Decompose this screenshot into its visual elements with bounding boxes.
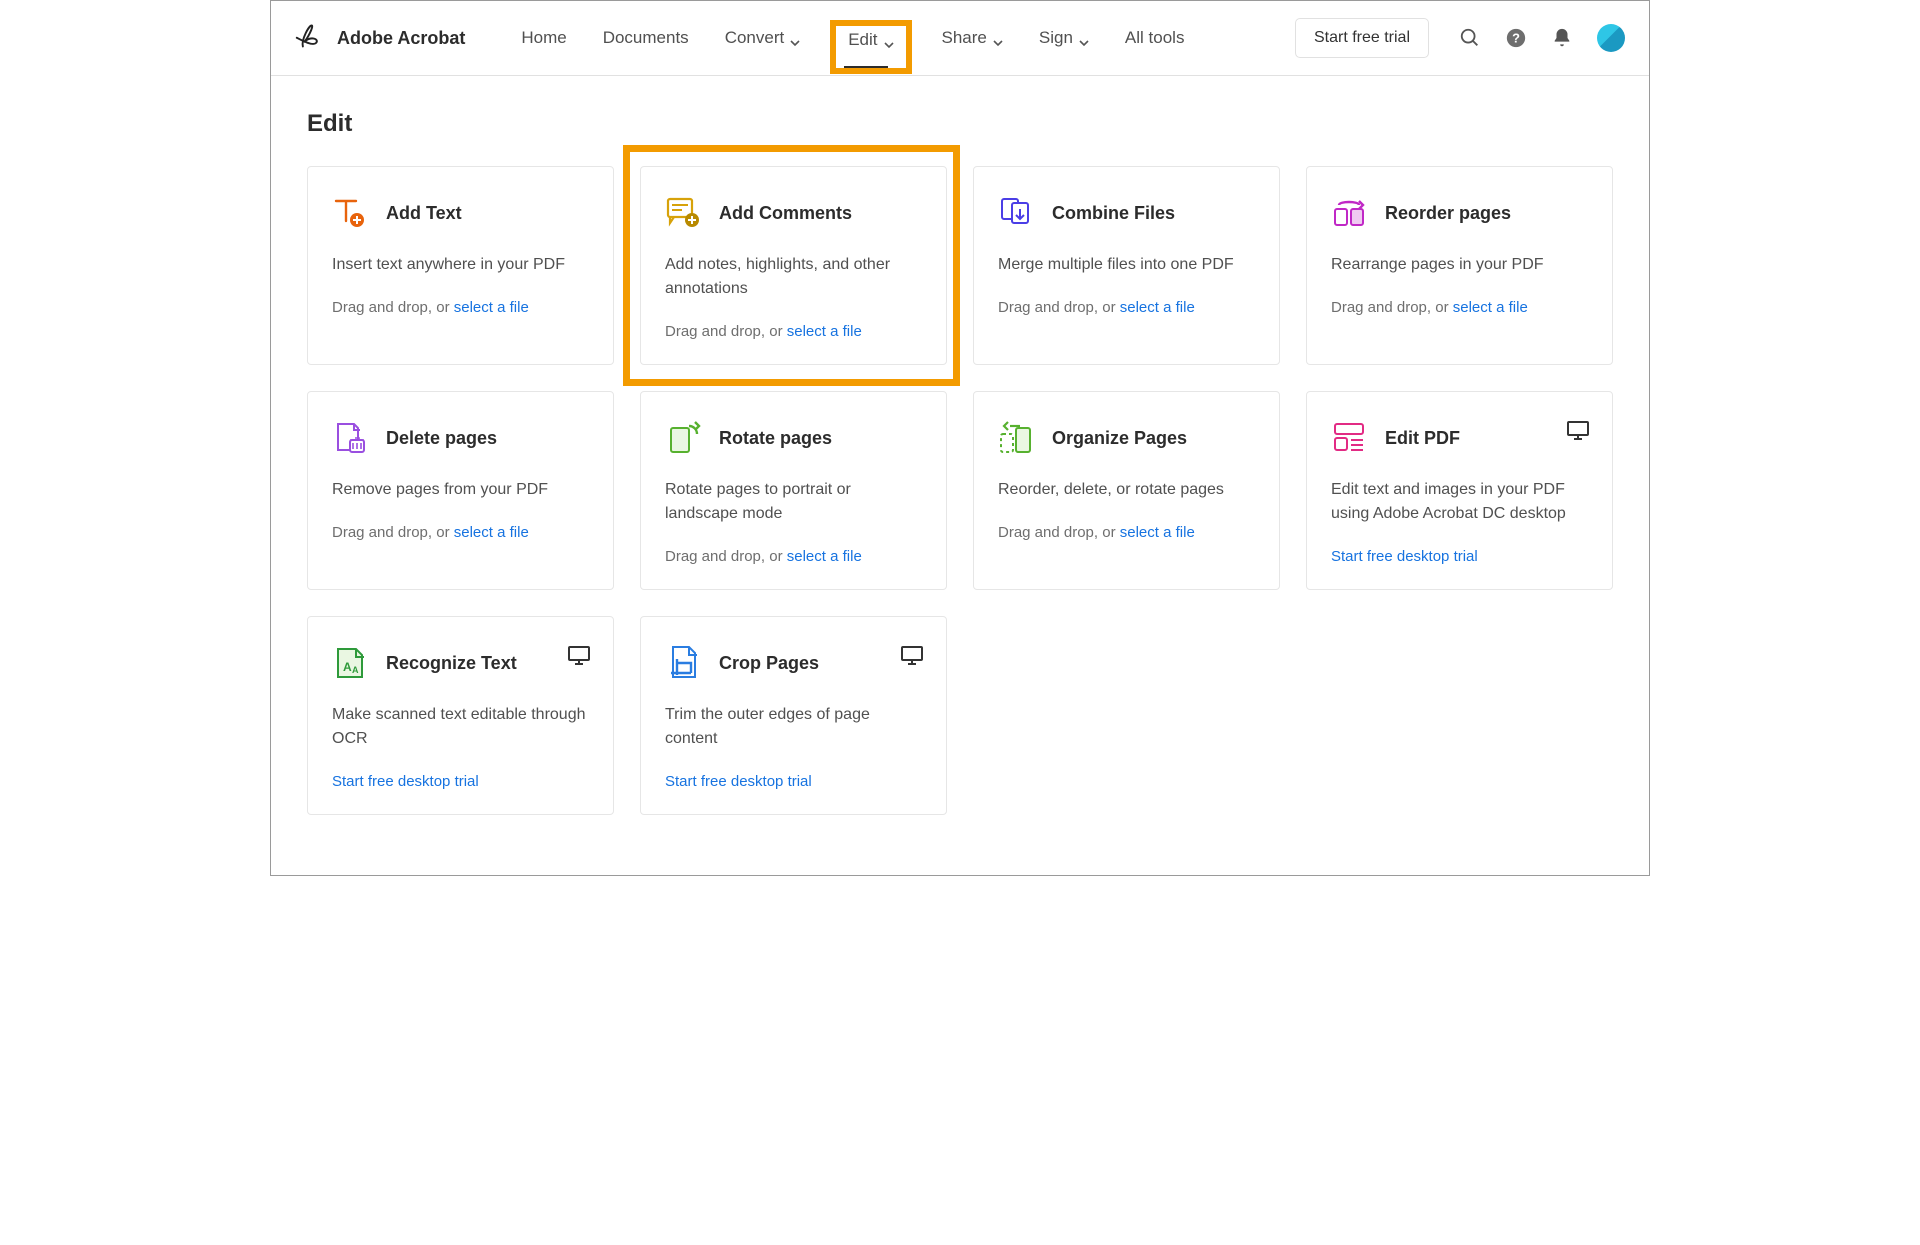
card-footer: Drag and drop, or select a file [1331,299,1588,316]
card-recognize-text[interactable]: AA Recognize Text Make scanned text edit… [307,616,614,815]
card-reorder-pages[interactable]: Reorder pages Rearrange pages in your PD… [1306,166,1613,365]
card-desc: Add notes, highlights, and other annotat… [665,253,922,301]
recognize-text-icon: AA [332,645,368,681]
card-footer: Drag and drop, or select a file [998,299,1255,316]
card-title: Rotate pages [719,428,832,449]
card-footer: Start free desktop trial [332,773,589,790]
card-footer: Start free desktop trial [1331,548,1588,565]
card-combine-files[interactable]: Combine Files Merge multiple files into … [973,166,1280,365]
card-footer: Drag and drop, or select a file [665,548,922,565]
card-desc: Trim the outer edges of page content [665,703,922,751]
card-title: Organize Pages [1052,428,1187,449]
card-footer: Drag and drop, or select a file [665,323,922,340]
start-desktop-trial-link[interactable]: Start free desktop trial [665,773,812,790]
brand: Adobe Acrobat [295,22,465,55]
card-footer: Start free desktop trial [665,773,922,790]
card-title: Add Text [386,203,462,224]
nav-edit[interactable]: Edit [848,30,893,50]
card-delete-pages[interactable]: Delete pages Remove pages from your PDF … [307,391,614,590]
select-file-link[interactable]: select a file [1120,299,1195,316]
card-title: Reorder pages [1385,203,1511,224]
select-file-link[interactable]: select a file [1453,299,1528,316]
start-desktop-trial-link[interactable]: Start free desktop trial [332,773,479,790]
svg-text:A: A [343,660,352,674]
add-text-icon [332,195,368,231]
card-rotate-pages[interactable]: Rotate pages Rotate pages to portrait or… [640,391,947,590]
nav-home[interactable]: Home [519,22,568,54]
nav-edit-underline [844,66,887,68]
svg-text:A: A [352,665,359,675]
start-free-trial-button[interactable]: Start free trial [1295,18,1429,58]
desktop-icon [1566,418,1590,447]
combine-files-icon [998,195,1034,231]
card-crop-pages[interactable]: Crop Pages Trim the outer edges of page … [640,616,947,815]
help-icon[interactable]: ? [1505,27,1527,49]
crop-pages-icon [665,645,701,681]
nav-all-tools[interactable]: All tools [1123,22,1187,54]
nav-share[interactable]: Share [940,22,1005,54]
select-file-link[interactable]: select a file [787,548,862,565]
organize-pages-icon [998,420,1034,456]
svg-text:?: ? [1512,31,1520,46]
add-comments-icon [665,195,701,231]
select-file-link[interactable]: select a file [787,323,862,340]
card-desc: Rotate pages to portrait or landscape mo… [665,478,922,526]
rotate-pages-icon [665,420,701,456]
chevron-down-icon [993,33,1003,43]
card-footer: Drag and drop, or select a file [332,524,589,541]
page-title: Edit [307,110,1613,138]
nav-sign[interactable]: Sign [1037,22,1091,54]
tools-grid: Add Text Insert text anywhere in your PD… [307,166,1613,815]
card-footer: Drag and drop, or select a file [998,524,1255,541]
card-title: Recognize Text [386,653,517,674]
card-desc: Rearrange pages in your PDF [1331,253,1588,277]
card-add-text[interactable]: Add Text Insert text anywhere in your PD… [307,166,614,365]
card-desc: Make scanned text editable through OCR [332,703,589,751]
card-title: Delete pages [386,428,497,449]
edit-pdf-icon [1331,420,1367,456]
search-icon[interactable] [1459,27,1481,49]
chevron-down-icon [884,35,894,45]
acrobat-logo-icon [295,22,323,55]
notifications-icon[interactable] [1551,27,1573,49]
card-add-comments[interactable]: Add Comments Add notes, highlights, and … [640,166,947,365]
nav-documents[interactable]: Documents [601,22,691,54]
select-file-link[interactable]: select a file [1120,524,1195,541]
card-desc: Reorder, delete, or rotate pages [998,478,1255,502]
nav-edit-highlight: Edit [834,26,907,72]
delete-pages-icon [332,420,368,456]
card-title: Crop Pages [719,653,819,674]
chevron-down-icon [1079,33,1089,43]
card-title: Add Comments [719,203,852,224]
main-nav: Home Documents Convert Edit Share Sign [519,22,1186,54]
select-file-link[interactable]: select a file [454,524,529,541]
card-organize-pages[interactable]: Organize Pages Reorder, delete, or rotat… [973,391,1280,590]
avatar[interactable] [1597,24,1625,52]
card-desc: Merge multiple files into one PDF [998,253,1255,277]
chevron-down-icon [790,33,800,43]
start-desktop-trial-link[interactable]: Start free desktop trial [1331,548,1478,565]
card-title: Edit PDF [1385,428,1460,449]
brand-label: Adobe Acrobat [337,28,465,49]
card-desc: Remove pages from your PDF [332,478,589,502]
reorder-pages-icon [1331,195,1367,231]
card-desc: Edit text and images in your PDF using A… [1331,478,1588,526]
card-edit-pdf[interactable]: Edit PDF Edit text and images in your PD… [1306,391,1613,590]
card-desc: Insert text anywhere in your PDF [332,253,589,277]
top-nav: Adobe Acrobat Home Documents Convert Edi… [271,1,1649,76]
desktop-icon [900,643,924,672]
card-footer: Drag and drop, or select a file [332,299,589,316]
card-title: Combine Files [1052,203,1175,224]
select-file-link[interactable]: select a file [454,299,529,316]
nav-convert[interactable]: Convert [723,22,803,54]
desktop-icon [567,643,591,672]
